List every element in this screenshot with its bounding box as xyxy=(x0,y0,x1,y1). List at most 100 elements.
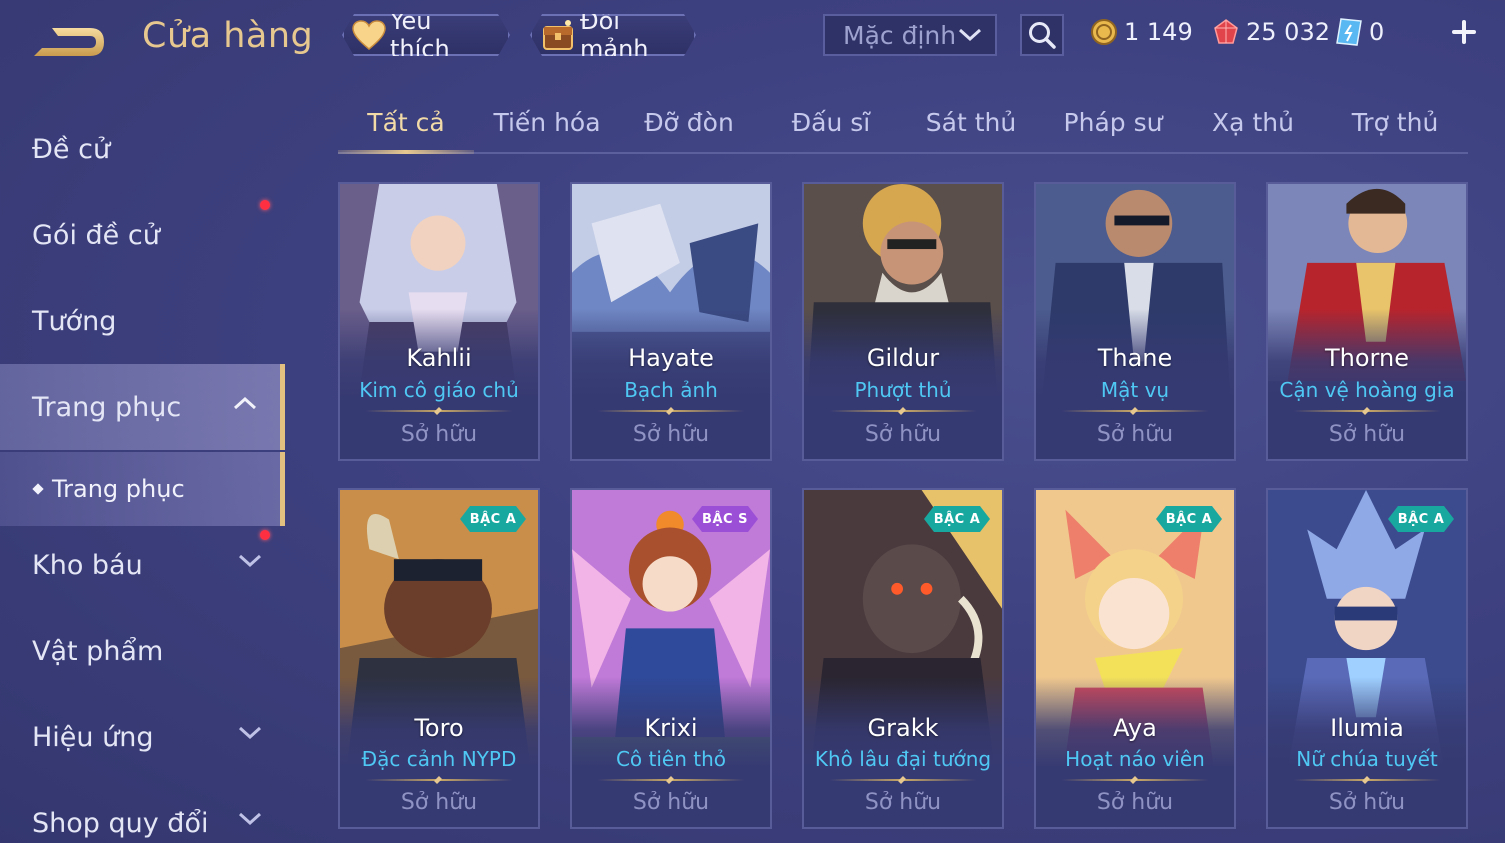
sidebar-item-label: Shop quy đổi xyxy=(32,807,209,839)
tab-mage[interactable]: Pháp sư xyxy=(1048,108,1178,152)
exchange-shards-button[interactable]: Đổi mảnh xyxy=(530,14,696,56)
skin-card[interactable]: BẬC A Grakk Khô lâu đại tướng Sở hữu xyxy=(802,488,1004,829)
skin-card[interactable]: BẬC A Ilumia Nữ chúa tuyết Sở hữu xyxy=(1266,488,1468,829)
sidebar-item-effects[interactable]: Hiệu ứng xyxy=(0,694,285,780)
divider xyxy=(1062,410,1208,412)
skin-name: Nữ chúa tuyết xyxy=(1296,747,1438,771)
hero-name: Hayate xyxy=(628,344,714,372)
divider xyxy=(1294,779,1440,781)
gem-amount: 0 xyxy=(1369,18,1385,46)
owned-status: Sở hữu xyxy=(1328,422,1406,447)
skin-name: Mật vụ xyxy=(1100,378,1170,402)
sidebar-item-label: Gói đề cử xyxy=(32,219,160,251)
skin-name: Kim cô giáo chủ xyxy=(359,378,519,402)
owned-status: Sở hữu xyxy=(1096,422,1174,447)
hero-name: Gildur xyxy=(866,344,940,372)
divider xyxy=(366,779,512,781)
favorite-label: Yêu thích xyxy=(390,7,450,63)
skin-card[interactable]: BẬC A Toro Đặc cảnh NYPD Sở hữu xyxy=(338,488,540,829)
skin-grid: Kahlii Kim cô giáo chủ Sở hữu Hayate Bạc… xyxy=(338,182,1468,843)
tab-tank[interactable]: Đỡ đòn xyxy=(624,108,754,152)
skin-name: Khô lâu đại tướng xyxy=(814,747,992,771)
divider xyxy=(830,779,976,781)
owned-status: Sở hữu xyxy=(1096,790,1174,815)
sidebar-item-label: Vật phẩm xyxy=(32,635,164,667)
hero-name: Kahlii xyxy=(406,344,472,372)
sidebar-item-items[interactable]: Vật phẩm xyxy=(0,608,285,694)
sidebar-item-label: Tướng xyxy=(32,305,117,337)
chevron-down-icon xyxy=(238,726,262,740)
topup-plus-button[interactable] xyxy=(1448,16,1480,48)
owned-status: Sở hữu xyxy=(632,422,710,447)
back-arrow-icon xyxy=(34,28,104,56)
tab-evolution[interactable]: Tiến hóa xyxy=(482,108,612,152)
sort-value: Mặc định xyxy=(843,20,957,50)
exchange-label: Đổi mảnh xyxy=(580,7,649,63)
top-bar: Cửa hàng Yêu thích Đổi mảnh Mặc định 1 1… xyxy=(0,0,1505,80)
hero-name: Thorne xyxy=(1325,344,1409,372)
rank-badge: BẬC A xyxy=(1388,506,1454,532)
owned-status: Sở hữu xyxy=(632,790,710,815)
search-button[interactable] xyxy=(1020,14,1064,56)
divider xyxy=(598,779,744,781)
back-button[interactable] xyxy=(30,18,110,62)
chevron-up-icon xyxy=(233,396,257,410)
tab-support[interactable]: Trợ thủ xyxy=(1330,108,1460,152)
sidebar-item-skins[interactable]: Trang phục xyxy=(0,364,285,450)
treasure-chest-icon xyxy=(540,17,576,53)
hero-name: Thane xyxy=(1097,344,1173,372)
tab-marksman[interactable]: Xạ thủ xyxy=(1188,108,1318,152)
skin-name: Phượt thủ xyxy=(854,378,952,402)
rank-badge: BẬC A xyxy=(1156,506,1222,532)
skin-card[interactable]: Thane Mật vụ Sở hữu xyxy=(1034,182,1236,461)
voucher-amount: 25 032 xyxy=(1246,18,1330,46)
skin-name: Bạch ảnh xyxy=(624,378,718,402)
hero-name: Aya xyxy=(1113,714,1157,742)
rank-badge: BẬC A xyxy=(924,506,990,532)
search-icon xyxy=(1029,22,1056,49)
active-tab-indicator xyxy=(338,150,474,154)
skin-card[interactable]: BẬC A Aya Hoạt náo viên Sở hữu xyxy=(1034,488,1236,829)
owned-status: Sở hữu xyxy=(1328,790,1406,815)
tab-all[interactable]: Tất cả xyxy=(338,108,474,152)
hero-name: Ilumia xyxy=(1330,714,1404,742)
skin-name: Đặc cảnh NYPD xyxy=(361,747,517,771)
sort-dropdown[interactable]: Mặc định xyxy=(823,14,997,56)
divider xyxy=(598,410,744,412)
sidebar-subitem-skins[interactable]: Trang phục xyxy=(0,452,285,526)
skin-card[interactable]: Kahlii Kim cô giáo chủ Sở hữu xyxy=(338,182,540,461)
divider xyxy=(366,410,512,412)
sidebar-item-treasure[interactable]: Kho báu xyxy=(0,522,285,608)
rank-badge: BẬC A xyxy=(460,506,526,532)
sidebar-item-label: Kho báu xyxy=(32,549,143,581)
gold-amount: 1 149 xyxy=(1124,18,1193,46)
sidebar-item-label: Trang phục xyxy=(32,391,182,423)
skin-card[interactable]: BẬC S Krixi Cô tiên thỏ Sở hữu xyxy=(570,488,772,829)
sidebar-item-label: Đề cử xyxy=(32,133,111,165)
owned-status: Sở hữu xyxy=(400,790,478,815)
bullet-icon xyxy=(32,483,44,495)
gold-balance: 1 149 xyxy=(1090,14,1193,50)
hero-name: Toro xyxy=(414,714,464,742)
sidebar-item-featured[interactable]: Đề cử xyxy=(0,106,285,192)
chevron-down-icon xyxy=(238,554,262,568)
divider xyxy=(830,410,976,412)
favorite-button[interactable]: Yêu thích xyxy=(342,14,510,56)
skin-card[interactable]: Thorne Cận vệ hoàng gia Sở hữu xyxy=(1266,182,1468,461)
hero-name: Grakk xyxy=(867,714,939,742)
voucher-balance: 25 032 xyxy=(1212,14,1330,50)
skin-card[interactable]: Hayate Bạch ảnh Sở hữu xyxy=(570,182,772,461)
tab-assassin[interactable]: Sát thủ xyxy=(906,108,1036,152)
sidebar-item-heroes[interactable]: Tướng xyxy=(0,278,285,364)
sidebar-item-exchange-shop[interactable]: Shop quy đổi xyxy=(0,780,285,843)
skin-card[interactable]: Gildur Phượt thủ Sở hữu xyxy=(802,182,1004,461)
sidebar-item-label: Hiệu ứng xyxy=(32,721,154,753)
category-tabs: Tất cả Tiến hóa Đỡ đòn Đấu sĩ Sát thủ Ph… xyxy=(338,100,1468,154)
owned-status: Sở hữu xyxy=(864,422,942,447)
tab-fighter[interactable]: Đấu sĩ xyxy=(766,108,896,152)
chevron-down-icon xyxy=(958,28,982,42)
sidebar-item-featured-bundles[interactable]: Gói đề cử xyxy=(0,192,285,278)
gold-coin-icon xyxy=(1091,19,1117,45)
skin-name: Cận vệ hoàng gia xyxy=(1279,378,1455,402)
notification-dot xyxy=(260,200,270,210)
